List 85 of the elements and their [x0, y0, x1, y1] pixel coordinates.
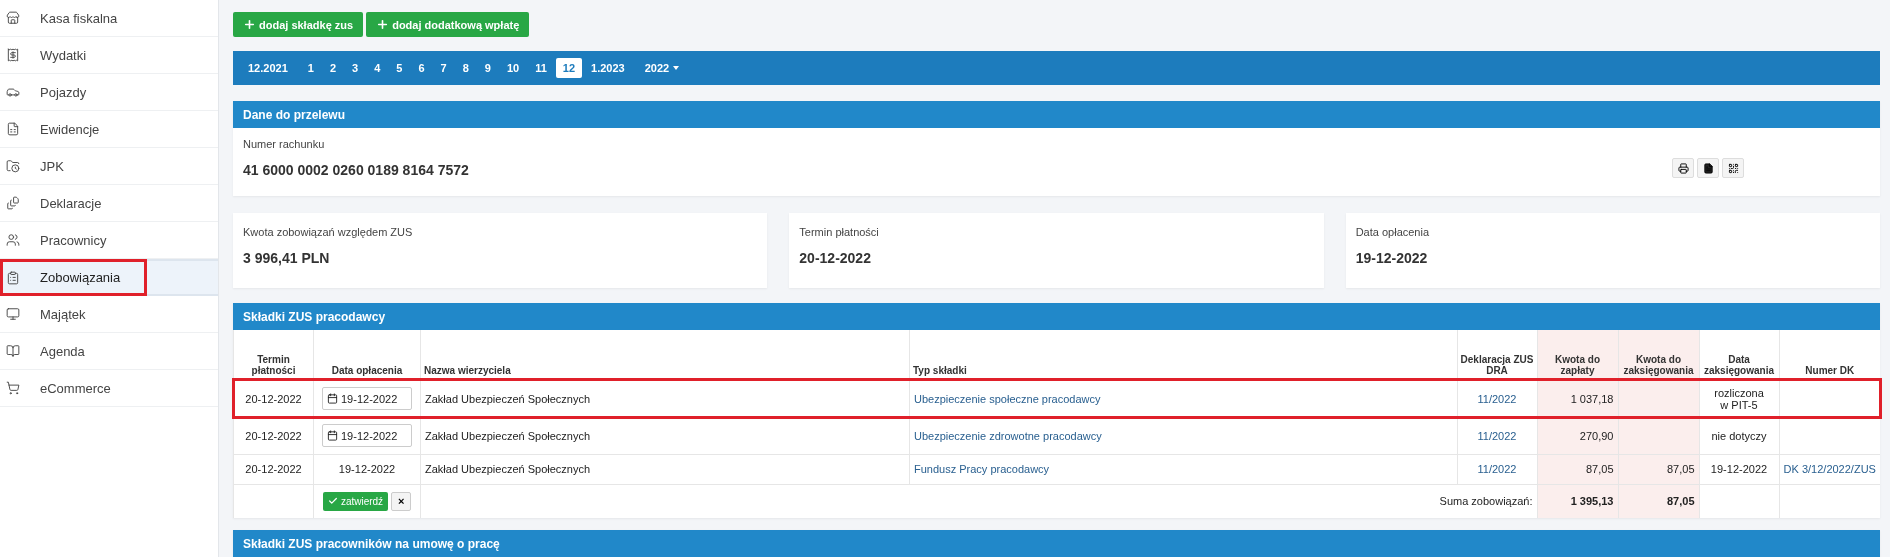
monitor-icon: [6, 307, 20, 321]
month-tab[interactable]: 11: [528, 58, 554, 78]
column-header: Kwota do zapłaty: [1537, 330, 1618, 380]
table-cell: 87,05: [1618, 484, 1699, 518]
link[interactable]: Ubezpieczenie zdrowotne pracodawcy: [914, 429, 1102, 442]
table-cell: Zakład Ubezpieczeń Społecznych: [420, 380, 910, 417]
column-header: Deklaracja ZUS DRA: [1457, 330, 1537, 380]
column-header: Typ składki: [909, 330, 1457, 380]
table-cell: rozliczona w PIT-5: [1699, 380, 1779, 417]
card-value: 19-12-2022: [1355, 250, 1429, 266]
month-tab[interactable]: 3: [345, 58, 366, 78]
month-tab[interactable]: 5: [389, 58, 410, 78]
month-tab[interactable]: 1.2023: [584, 58, 632, 78]
calendar-icon: [327, 393, 338, 404]
account-number: 41 6000 0002 0260 0189 8164 7572: [243, 162, 469, 178]
card-label: Termin płatności: [799, 226, 880, 238]
documents-icon: [6, 196, 20, 210]
folder-clock-icon: [6, 159, 20, 173]
column-header: Nazwa wierzyciela: [420, 330, 910, 380]
month-tab[interactable]: 6: [411, 58, 432, 78]
field-label: Numer rachunku: [243, 138, 326, 150]
link[interactable]: 11/2022: [1477, 463, 1517, 475]
table-cell: Zakład Ubezpieczeń Społecznych: [420, 417, 910, 454]
table-cell: 87,05: [1537, 454, 1618, 484]
column-header: Data opłacenia: [313, 330, 421, 380]
table-cell: 1 395,13: [1537, 484, 1618, 518]
year-dropdown[interactable]: 2022: [637, 62, 687, 74]
link[interactable]: Ubezpieczenie społeczne pracodawcy: [914, 392, 1101, 405]
total-label: Suma zobowiązań:: [420, 484, 1537, 518]
month-tab[interactable]: 10: [499, 58, 527, 78]
sidebar-item[interactable]: Zobowiązania: [0, 259, 218, 296]
document-icon: [6, 122, 20, 136]
clipboard-icon: [6, 270, 20, 285]
link[interactable]: DK 3/12/2022/ZUS: [1783, 463, 1876, 475]
book-icon: [6, 344, 20, 358]
cancel-button[interactable]: ×: [391, 491, 412, 511]
table-cell: Zakład Ubezpieczeń Społecznych: [420, 454, 910, 484]
month-tab[interactable]: 7: [433, 58, 454, 78]
card-label: Data opłacenia: [1355, 226, 1431, 238]
link[interactable]: 11/2022: [1477, 429, 1517, 442]
caret-icon: [673, 66, 680, 70]
column-header: Data zaksięgowania: [1699, 330, 1779, 380]
calendar-icon: [327, 430, 338, 441]
table-cell: 20-12-2022: [233, 417, 314, 454]
column-header: Termin płatności: [233, 330, 314, 380]
card-value: 20-12-2022: [799, 250, 872, 266]
month-tab[interactable]: 4: [367, 58, 388, 78]
month-tab[interactable]: 1: [300, 58, 321, 78]
month-tab[interactable]: 9: [477, 58, 498, 78]
card-label: Kwota zobowiązań względem ZUS: [243, 226, 414, 238]
table-cell: 87,05: [1618, 454, 1699, 484]
link[interactable]: Fundusz Pracy pracodawcy: [914, 463, 1050, 475]
document-button[interactable]: [1697, 158, 1719, 178]
people-icon: [6, 233, 20, 247]
table-cell: 19-12-2022: [1699, 454, 1779, 484]
receipt-icon: [6, 48, 20, 62]
table-cell: 1 037,18: [1537, 380, 1618, 417]
column-header: Kwota do zaksięgowania: [1618, 330, 1699, 380]
month-tab[interactable]: 2: [322, 58, 343, 78]
table-cell: 270,90: [1537, 417, 1618, 454]
month-tab[interactable]: 8: [455, 58, 476, 78]
panel-title: Składki ZUS pracodawcy: [233, 303, 1880, 330]
date-field[interactable]: 19-12-2022: [322, 424, 412, 447]
car-icon: [6, 85, 20, 99]
plus-icon: [243, 18, 256, 31]
panel-title: Składki ZUS pracowników na umowę o pracę: [233, 530, 1880, 557]
table-cell: nie dotyczy: [1699, 417, 1779, 454]
document-icon: [1702, 162, 1714, 174]
qr-button[interactable]: [1722, 158, 1744, 178]
table-cell: 20-12-2022: [233, 380, 314, 417]
check-icon: [327, 496, 338, 507]
print-button[interactable]: [1672, 158, 1694, 178]
panel-title: Dane do przelewu: [233, 101, 1880, 128]
month-tab[interactable]: 12.2021: [241, 58, 295, 78]
cart-icon: [6, 381, 20, 395]
date-field[interactable]: 19-12-2022: [322, 387, 412, 410]
link[interactable]: 11/2022: [1477, 392, 1517, 405]
table-cell: 19-12-2022: [338, 463, 396, 475]
qr-code-icon: [1727, 162, 1739, 174]
month-tab[interactable]: 12: [555, 58, 583, 78]
column-header: Numer DK: [1779, 330, 1880, 380]
printer-icon: [1677, 162, 1689, 174]
plus-icon: [376, 18, 390, 31]
card-value: 3 996,41 PLN: [243, 250, 331, 266]
table-cell: 20-12-2022: [233, 454, 314, 484]
